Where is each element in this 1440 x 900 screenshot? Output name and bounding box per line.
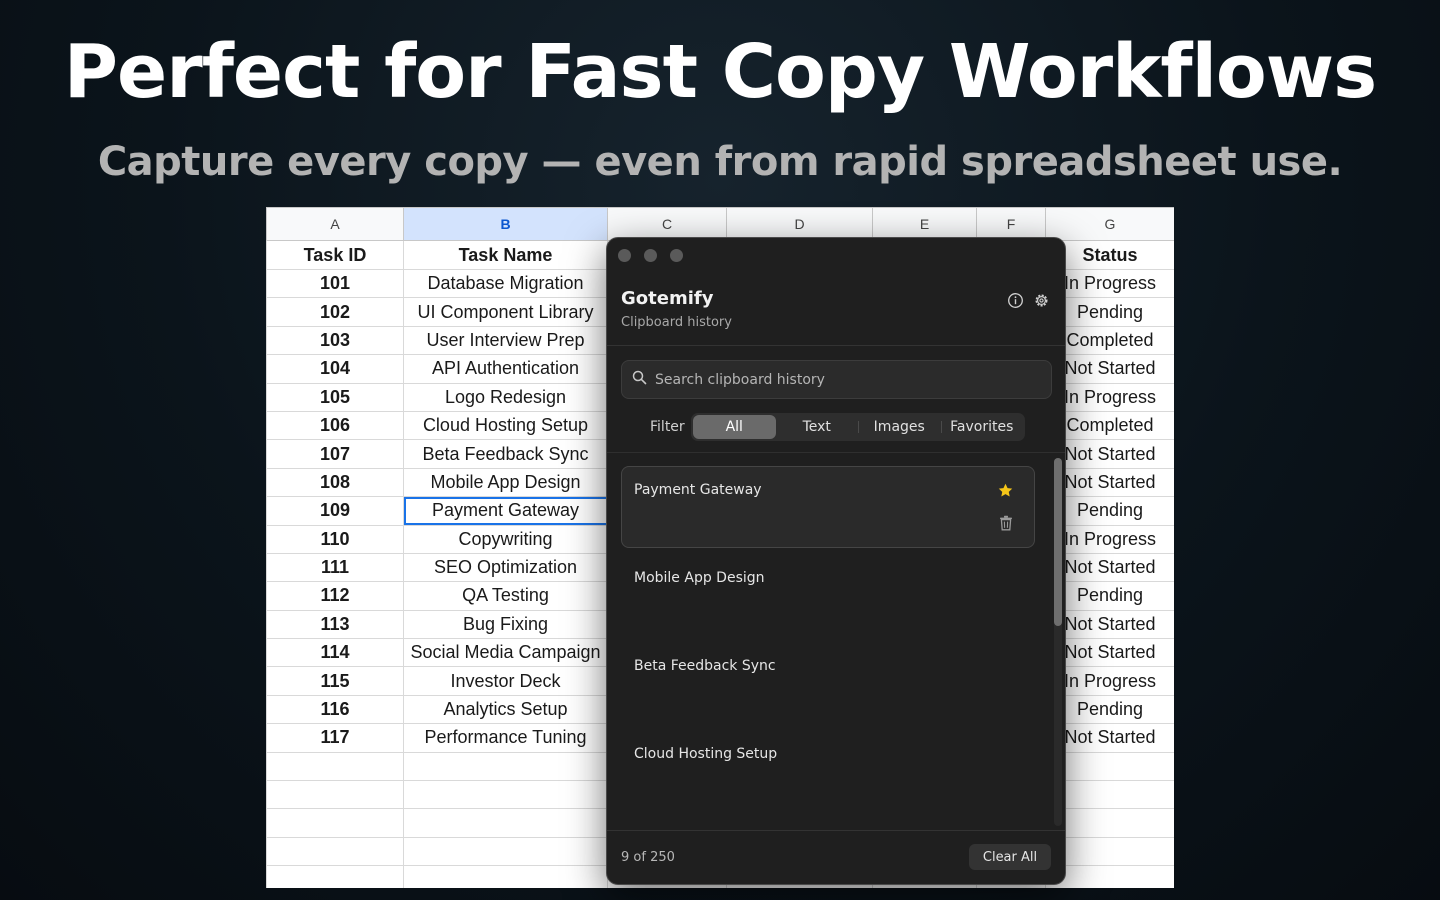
info-icon[interactable] <box>1007 292 1024 309</box>
cell-task-name[interactable]: SEO Optimization <box>403 552 608 583</box>
cell-task-name[interactable]: Cloud Hosting Setup <box>403 410 608 441</box>
cell-task-id[interactable]: 109 <box>266 496 404 526</box>
gear-icon[interactable] <box>1033 292 1050 309</box>
filter-segmented-control: All Text Images Favorites <box>691 413 1025 441</box>
clipboard-item-text: Mobile App Design <box>634 570 765 586</box>
column-header-a[interactable]: A <box>266 207 404 241</box>
cell-task-id[interactable]: 110 <box>266 524 404 554</box>
trash-icon[interactable] <box>999 515 1013 535</box>
cell-task-id[interactable]: 107 <box>266 439 404 469</box>
item-count: 9 of 250 <box>621 850 675 865</box>
cell[interactable] <box>266 808 404 838</box>
column-header-g[interactable]: G <box>1045 207 1174 241</box>
zoom-window-button[interactable] <box>670 249 683 262</box>
cell[interactable] <box>266 836 404 867</box>
cell[interactable] <box>266 751 404 782</box>
close-window-button[interactable] <box>618 249 631 262</box>
cell-task-id[interactable]: 116 <box>266 694 404 725</box>
clear-all-button[interactable]: Clear All <box>969 844 1051 870</box>
cell-task-id[interactable]: 112 <box>266 581 404 611</box>
cell-task-name[interactable]: User Interview Prep <box>403 325 608 356</box>
column-header-d[interactable]: D <box>726 207 873 241</box>
cell[interactable] <box>403 780 608 810</box>
cell-task-name[interactable]: Bug Fixing <box>403 609 608 640</box>
cell-task-id[interactable]: 103 <box>266 325 404 356</box>
column-header-b[interactable]: B <box>403 207 608 241</box>
cell-task-id[interactable]: 111 <box>266 552 404 583</box>
divider <box>607 452 1065 453</box>
clipboard-item[interactable]: Cloud Hosting Setup <box>621 730 1035 812</box>
scrollbar-thumb[interactable] <box>1054 458 1062 626</box>
cell-task-id[interactable]: 114 <box>266 638 404 668</box>
clipboard-list: Payment Gateway Mobile App Design Beta F… <box>621 466 1035 818</box>
filter-images[interactable]: Images <box>858 415 941 439</box>
cell-task-name[interactable]: Database Migration <box>403 268 608 299</box>
window-controls <box>618 249 683 262</box>
header-cell-task-id[interactable]: Task ID <box>266 240 404 270</box>
clipboard-item-text: Cloud Hosting Setup <box>634 746 778 762</box>
cell-task-name[interactable]: Payment Gateway <box>403 496 608 526</box>
cell-task-name[interactable]: Logo Redesign <box>403 382 608 412</box>
cell-task-name[interactable]: Social Media Campaign <box>403 638 608 668</box>
column-header-f[interactable]: F <box>976 207 1046 241</box>
filter-favorites[interactable]: Favorites <box>940 415 1024 439</box>
search-icon <box>632 370 647 389</box>
filter-label: Filter <box>650 419 685 435</box>
cell-task-name[interactable]: Investor Deck <box>403 666 608 696</box>
cell-task-name[interactable]: Copywriting <box>403 524 608 554</box>
search-input[interactable] <box>655 371 1035 388</box>
clipboard-item[interactable]: Mobile App Design <box>621 554 1035 636</box>
column-header-c[interactable]: C <box>607 207 727 241</box>
cell-task-id[interactable]: 113 <box>266 609 404 640</box>
cell[interactable] <box>403 751 608 782</box>
cell[interactable] <box>403 836 608 867</box>
cell-task-name[interactable]: Performance Tuning <box>403 723 608 753</box>
cell-task-id[interactable]: 102 <box>266 297 404 327</box>
clipboard-item[interactable]: Payment Gateway <box>621 466 1035 548</box>
cell[interactable] <box>266 780 404 810</box>
cell[interactable] <box>266 865 404 888</box>
search-box[interactable] <box>621 360 1052 399</box>
cell-task-id[interactable]: 108 <box>266 467 404 498</box>
divider <box>607 345 1065 346</box>
cell-task-id[interactable]: 106 <box>266 410 404 441</box>
star-icon[interactable] <box>997 482 1014 503</box>
subheadline: Capture every copy — even from rapid spr… <box>97 139 1343 185</box>
filter-all[interactable]: All <box>693 415 776 439</box>
filter-text[interactable]: Text <box>776 415 859 439</box>
cell-task-name[interactable]: Beta Feedback Sync <box>403 439 608 469</box>
cell-task-name[interactable]: Mobile App Design <box>403 467 608 498</box>
cell-task-id[interactable]: 117 <box>266 723 404 753</box>
scrollbar[interactable] <box>1054 458 1062 826</box>
cell-task-id[interactable]: 104 <box>266 354 404 384</box>
clipboard-item-text: Beta Feedback Sync <box>634 658 776 674</box>
header-cell-task-name[interactable]: Task Name <box>403 240 608 270</box>
app-subtitle: Clipboard history <box>621 315 732 330</box>
cell[interactable] <box>403 865 608 888</box>
cell-task-name[interactable]: Analytics Setup <box>403 694 608 725</box>
clipboard-item-text: Payment Gateway <box>634 482 762 498</box>
cell-task-id[interactable]: 115 <box>266 666 404 696</box>
cell-task-name[interactable]: UI Component Library <box>403 297 608 327</box>
minimize-window-button[interactable] <box>644 249 657 262</box>
app-title: Gotemify <box>621 288 714 309</box>
cell-task-name[interactable]: QA Testing <box>403 581 608 611</box>
clipboard-window: Gotemify Clipboard history Filter All Te… <box>606 237 1066 885</box>
divider <box>607 830 1065 831</box>
clipboard-item[interactable]: Beta Feedback Sync <box>621 642 1035 724</box>
column-header-e[interactable]: E <box>872 207 977 241</box>
cell-task-name[interactable]: API Authentication <box>403 354 608 384</box>
cell[interactable] <box>403 808 608 838</box>
cell-task-id[interactable]: 101 <box>266 268 404 299</box>
cell-task-id[interactable]: 105 <box>266 382 404 412</box>
headline: Perfect for Fast Copy Workflows <box>63 29 1377 115</box>
